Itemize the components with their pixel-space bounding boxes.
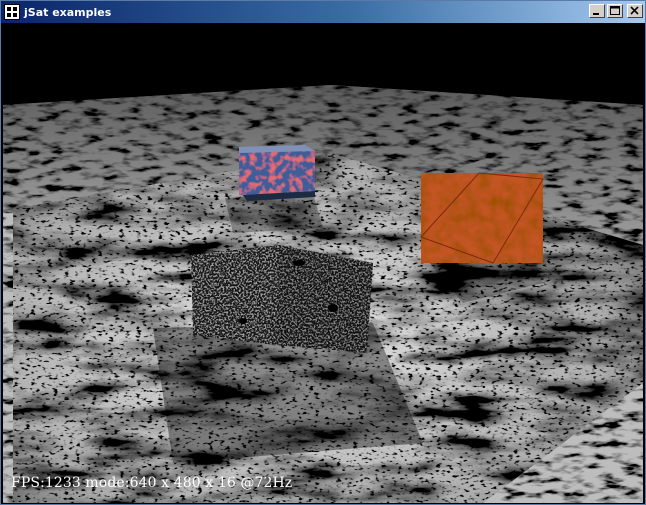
window-controls [589, 4, 643, 18]
maximize-icon [610, 6, 620, 15]
minimize-icon [593, 13, 599, 15]
maximize-button[interactable] [607, 4, 623, 18]
scene-render [3, 23, 643, 503]
app-icon [4, 4, 20, 20]
app-window: jSat examples FPS:1233 mode:640 x 480 x … [0, 0, 646, 505]
fps-status-text: FPS:1233 mode:640 x 480 x 16 @72Hz [11, 475, 293, 491]
close-icon [630, 6, 639, 15]
3d-viewport[interactable]: FPS:1233 mode:640 x 480 x 16 @72Hz [3, 23, 643, 503]
graffiti-cube [239, 145, 315, 201]
window-title: jSat examples [24, 5, 112, 19]
minimize-button[interactable] [589, 4, 605, 18]
close-button[interactable] [627, 4, 643, 18]
title-bar[interactable]: jSat examples [1, 1, 645, 23]
